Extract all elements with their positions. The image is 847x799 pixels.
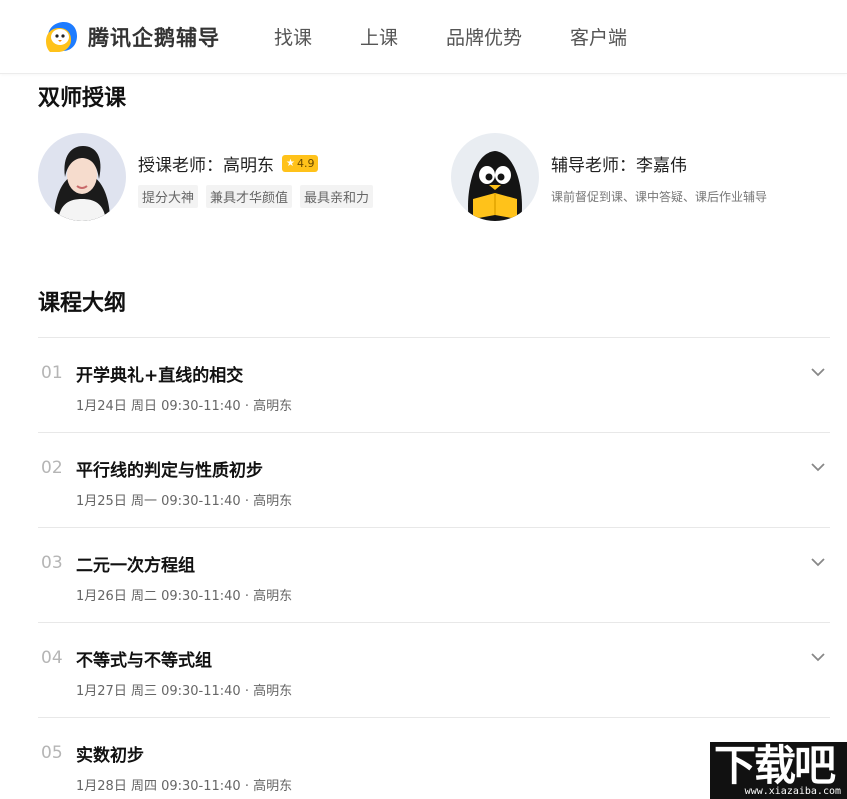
nav-brand-advantages[interactable]: 品牌优势	[446, 23, 522, 50]
chevron-down-icon[interactable]	[810, 651, 826, 663]
lesson-number: 04	[41, 648, 63, 668]
nav-find-course[interactable]: 找课	[274, 23, 312, 50]
lecturer-tag: 兼具才华颜值	[206, 185, 293, 208]
lesson-item[interactable]: 01 开学典礼+直线的相交 1月24日 周日 09:30-11:40 · 高明东	[38, 337, 830, 432]
lecturer-tags: 提分大神 兼具才华颜值 最具亲和力	[138, 185, 381, 208]
lesson-item[interactable]: 02 平行线的判定与性质初步 1月25日 周一 09:30-11:40 · 高明…	[38, 432, 830, 527]
chevron-down-icon[interactable]	[810, 556, 826, 568]
lesson-title: 二元一次方程组	[76, 556, 195, 576]
course-outline-list: 01 开学典礼+直线的相交 1月24日 周日 09:30-11:40 · 高明东…	[38, 337, 830, 799]
brand-name: 腾讯企鹅辅导	[88, 25, 220, 50]
rating-badge: ★ 4.9	[282, 155, 319, 172]
outline-section-title: 课程大纲	[38, 291, 127, 316]
lesson-number: 03	[41, 553, 63, 573]
lesson-number: 02	[41, 458, 63, 478]
lesson-title: 平行线的判定与性质初步	[76, 461, 263, 481]
watermark-text: 下载吧	[714, 741, 836, 790]
nav-attend-class[interactable]: 上课	[360, 23, 398, 50]
lecturer-card[interactable]: 授课老师：高明东 ★ 4.9 提分大神 兼具才华颜值 最具亲和力	[38, 133, 381, 221]
lesson-title: 开学典礼+直线的相交	[76, 366, 244, 386]
brand-logo[interactable]: 腾讯企鹅辅导	[44, 19, 220, 55]
lecturer-avatar	[38, 133, 126, 221]
watermark-url: www.xiazaiba.com	[744, 786, 841, 797]
lesson-number: 01	[41, 363, 63, 383]
rating-value: 4.9	[296, 157, 315, 170]
lesson-title: 不等式与不等式组	[76, 651, 212, 671]
lesson-item[interactable]: 03 二元一次方程组 1月26日 周二 09:30-11:40 · 高明东	[38, 527, 830, 622]
lesson-title: 实数初步	[76, 746, 144, 766]
tutor-description: 课前督促到课、课中答疑、课后作业辅导	[551, 190, 768, 204]
chevron-down-icon[interactable]	[810, 461, 826, 473]
top-header: 腾讯企鹅辅导 找课 上课 品牌优势 客户端	[0, 0, 847, 74]
lecturer-tag: 最具亲和力	[300, 185, 374, 208]
lecturer-name: 授课老师：高明东	[138, 156, 274, 176]
teachers-section-title: 双师授课	[38, 86, 127, 111]
watermark-logo: 下载吧 www.xiazaiba.com	[710, 742, 847, 799]
tutor-avatar	[451, 133, 539, 221]
main-nav: 找课 上课 品牌优势 客户端	[250, 23, 651, 50]
nav-client[interactable]: 客户端	[570, 23, 627, 50]
lesson-number: 05	[41, 743, 63, 763]
lesson-item[interactable]: 04 不等式与不等式组 1月27日 周三 09:30-11:40 · 高明东	[38, 622, 830, 717]
chevron-down-icon[interactable]	[810, 366, 826, 378]
star-icon: ★	[286, 158, 295, 169]
lesson-meta: 1月28日 周四 09:30-11:40 · 高明东	[76, 779, 293, 794]
lesson-meta: 1月25日 周一 09:30-11:40 · 高明东	[76, 494, 293, 509]
tutor-card[interactable]: 辅导老师：李嘉伟 课前督促到课、课中答疑、课后作业辅导	[451, 133, 767, 221]
lesson-meta: 1月24日 周日 09:30-11:40 · 高明东	[76, 399, 293, 414]
lesson-meta: 1月26日 周二 09:30-11:40 · 高明东	[76, 589, 293, 604]
lesson-meta: 1月27日 周三 09:30-11:40 · 高明东	[76, 684, 293, 699]
penguin-logo-icon	[46, 21, 77, 52]
lecturer-tag: 提分大神	[138, 185, 199, 208]
tutor-name: 辅导老师：李嘉伟	[551, 156, 687, 176]
